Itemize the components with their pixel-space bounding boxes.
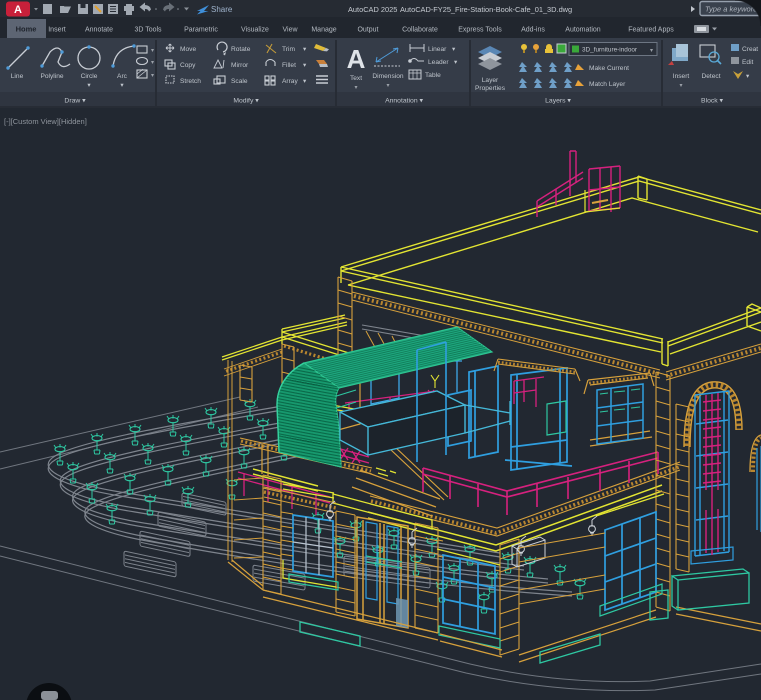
svg-text:Polyline: Polyline bbox=[40, 73, 63, 80]
svg-text:Rotate: Rotate bbox=[231, 46, 251, 53]
svg-text:Text: Text bbox=[350, 75, 362, 82]
svg-text:Dimension: Dimension bbox=[372, 73, 403, 80]
svg-text:▾: ▾ bbox=[354, 85, 357, 91]
svg-text:Automation: Automation bbox=[565, 27, 601, 34]
svg-text:Output: Output bbox=[357, 27, 378, 34]
svg-text:Move: Move bbox=[180, 46, 196, 53]
svg-text:Scale: Scale bbox=[231, 78, 248, 85]
svg-text:Linear: Linear bbox=[428, 46, 447, 53]
svg-text:Home: Home bbox=[16, 25, 37, 34]
svg-text:Draw ▾: Draw ▾ bbox=[64, 98, 86, 105]
svg-text:Properties: Properties bbox=[475, 85, 506, 92]
svg-text:Detect: Detect bbox=[701, 73, 720, 80]
svg-text:Edit: Edit bbox=[742, 59, 754, 66]
svg-text:3D Tools: 3D Tools bbox=[134, 27, 162, 34]
svg-text:▾: ▾ bbox=[303, 46, 307, 53]
svg-text:[-][Custom View][Hidden]: [-][Custom View][Hidden] bbox=[4, 117, 87, 126]
svg-text:Stretch: Stretch bbox=[180, 78, 201, 85]
svg-text:▾: ▾ bbox=[679, 83, 682, 89]
svg-text:Block ▾: Block ▾ bbox=[701, 98, 724, 105]
svg-text:Featured Apps: Featured Apps bbox=[628, 27, 674, 34]
svg-text:▾: ▾ bbox=[303, 62, 307, 69]
svg-text:Layer: Layer bbox=[482, 77, 499, 84]
svg-text:Line: Line bbox=[11, 73, 24, 80]
svg-text:AutoCAD 2025: AutoCAD 2025 bbox=[348, 5, 397, 14]
svg-text:▾: ▾ bbox=[746, 73, 750, 80]
svg-text:Creat: Creat bbox=[742, 46, 758, 53]
svg-text:▾: ▾ bbox=[303, 78, 307, 85]
svg-text:Insert: Insert bbox=[673, 73, 690, 80]
svg-text:▾: ▾ bbox=[386, 83, 389, 89]
svg-text:▾: ▾ bbox=[151, 73, 154, 79]
svg-text:Fillet: Fillet bbox=[282, 62, 296, 69]
svg-text:▾: ▾ bbox=[120, 82, 124, 89]
svg-text:Circle: Circle bbox=[81, 73, 98, 80]
svg-text:Add-ins: Add-ins bbox=[521, 27, 545, 34]
svg-text:▾: ▾ bbox=[650, 48, 653, 54]
svg-text:View: View bbox=[282, 27, 298, 34]
svg-text:Collaborate: Collaborate bbox=[402, 27, 438, 34]
svg-text:3D_furniture-indoor: 3D_furniture-indoor bbox=[582, 47, 638, 54]
svg-text:▾: ▾ bbox=[151, 48, 154, 54]
svg-text:Annotation ▾: Annotation ▾ bbox=[385, 98, 423, 105]
svg-text:Express Tools: Express Tools bbox=[458, 27, 502, 34]
svg-text:▾: ▾ bbox=[452, 46, 456, 53]
svg-text:Layers ▾: Layers ▾ bbox=[545, 98, 571, 105]
svg-text:AutoCAD-FY25_Fire-Station-Book: AutoCAD-FY25_Fire-Station-Book-Cafe_01_3… bbox=[400, 5, 572, 14]
svg-text:Make Current: Make Current bbox=[589, 65, 629, 72]
svg-text:Array: Array bbox=[282, 78, 298, 85]
svg-text:Visualize: Visualize bbox=[241, 27, 269, 34]
svg-text:A: A bbox=[347, 44, 366, 74]
svg-text:Table: Table bbox=[425, 72, 441, 79]
svg-text:▾: ▾ bbox=[454, 59, 458, 66]
svg-text:Modify ▾: Modify ▾ bbox=[233, 98, 259, 105]
svg-text:▾: ▾ bbox=[151, 60, 154, 66]
svg-text:Insert: Insert bbox=[48, 27, 66, 34]
svg-text:▾: ▾ bbox=[87, 82, 91, 89]
svg-text:Arc: Arc bbox=[117, 73, 128, 80]
svg-text:Trim: Trim bbox=[282, 46, 295, 53]
svg-text:Manage: Manage bbox=[311, 27, 336, 34]
svg-text:Share: Share bbox=[211, 5, 233, 14]
svg-text:Leader: Leader bbox=[428, 59, 449, 66]
svg-text:Annotate: Annotate bbox=[85, 27, 113, 34]
svg-text:Copy: Copy bbox=[180, 62, 196, 69]
svg-text:Mirror: Mirror bbox=[231, 62, 249, 69]
svg-text:A: A bbox=[14, 4, 22, 16]
svg-text:Parametric: Parametric bbox=[184, 27, 218, 34]
svg-text:Match Layer: Match Layer bbox=[589, 81, 626, 88]
